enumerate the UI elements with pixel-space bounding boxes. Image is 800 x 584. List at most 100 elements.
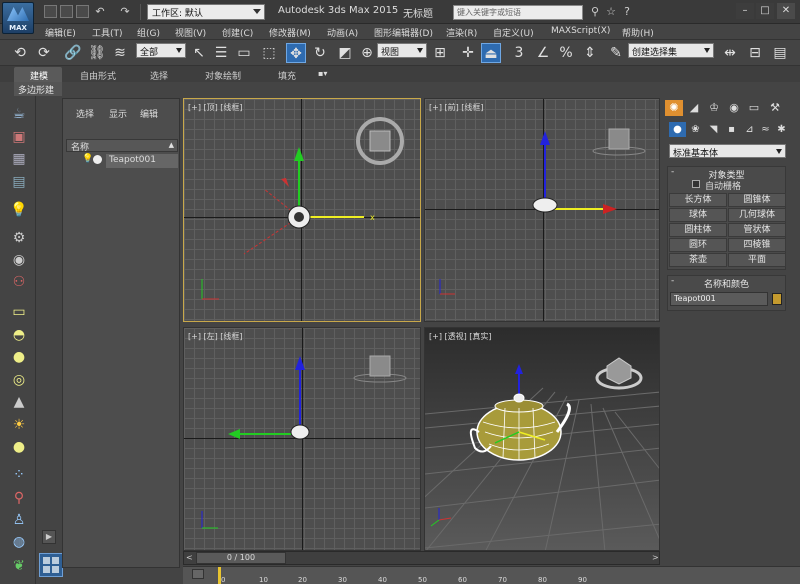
systems-icon[interactable]: ✱ xyxy=(773,122,790,137)
viewport-top[interactable]: [+] [顶] [线框] x xyxy=(183,98,421,322)
teapot-button[interactable]: 茶壶 xyxy=(669,253,727,267)
utilities-tab-icon[interactable]: ⚒ xyxy=(766,100,784,116)
undo-icon[interactable]: ⟲ xyxy=(10,43,30,63)
globe-icon[interactable]: ◍ xyxy=(9,532,29,552)
cameras-icon[interactable]: ▪ xyxy=(723,122,740,137)
undo-icon[interactable]: ↶ xyxy=(93,5,107,19)
menu-group[interactable]: 组(G) xyxy=(137,26,160,39)
bone-icon[interactable]: ⚲ xyxy=(9,488,29,508)
workspace-dropdown[interactable]: 工作区: 默认 xyxy=(147,4,265,20)
tab-populate[interactable]: 填充 xyxy=(278,69,296,82)
transform-gizmo[interactable] xyxy=(184,328,421,551)
explorer-menu-edit[interactable]: 编辑 xyxy=(140,107,158,120)
time-prev-icon[interactable]: < xyxy=(186,553,193,562)
explorer-menu-select[interactable]: 选择 xyxy=(76,107,94,120)
time-slider[interactable]: 0 / 100 xyxy=(196,552,286,564)
teapot-icon[interactable]: ☕ xyxy=(9,104,29,124)
torus-icon[interactable]: ◎ xyxy=(9,370,29,390)
column-header-name[interactable]: 名称 ▲ xyxy=(66,139,178,153)
autogrid-checkbox[interactable] xyxy=(692,180,700,188)
menu-create[interactable]: 创建(C) xyxy=(222,26,253,39)
display-tab-icon[interactable]: ▭ xyxy=(745,100,763,116)
window-crossing-icon[interactable]: ⬚ xyxy=(259,43,279,63)
particle-icon[interactable]: ⁘ xyxy=(9,465,29,485)
time-next-icon[interactable]: > xyxy=(652,553,659,562)
material-editor-icon[interactable]: ▦ xyxy=(9,149,29,169)
sphere-button[interactable]: 球体 xyxy=(669,208,727,222)
named-selection-set-dropdown[interactable]: 创建选择集 xyxy=(628,43,714,58)
selection-filter-dropdown[interactable]: 全部 xyxy=(136,43,186,58)
grass-icon[interactable]: ❦ xyxy=(9,556,29,576)
object-name-field[interactable]: Teapot001 xyxy=(670,292,768,306)
bind-spacewarp-icon[interactable]: ≋ xyxy=(110,43,130,63)
sphere-icon[interactable]: ● xyxy=(9,347,29,367)
menu-help[interactable]: 帮助(H) xyxy=(622,26,654,39)
helper-icon[interactable]: ⚙ xyxy=(9,228,29,248)
teapot-object[interactable] xyxy=(425,328,660,551)
help-icon[interactable]: ? xyxy=(620,5,634,19)
reactor-icon[interactable]: ⚇ xyxy=(9,272,29,292)
shapes-icon[interactable]: ❀ xyxy=(687,122,704,137)
align-icon[interactable]: ⊟ xyxy=(745,43,765,63)
menu-rendering[interactable]: 渲染(R) xyxy=(446,26,477,39)
cylinder-button[interactable]: 圆柱体 xyxy=(669,223,727,237)
sun-icon[interactable]: ☀ xyxy=(9,415,29,435)
menu-maxscript[interactable]: MAXScript(X) xyxy=(551,26,610,36)
modify-tab-icon[interactable]: ◢ xyxy=(685,100,703,116)
space-warps-icon[interactable]: ≈ xyxy=(757,122,774,137)
select-and-move-icon[interactable]: ✥ xyxy=(286,43,306,63)
scene-explorer-icon[interactable]: ▤ xyxy=(9,172,29,192)
ribbon-toggle-icon[interactable]: ▪▾ xyxy=(318,69,336,79)
menu-edit[interactable]: 编辑(E) xyxy=(45,26,76,39)
object-color-swatch[interactable] xyxy=(772,293,782,305)
helpers-icon[interactable]: ⊿ xyxy=(741,122,758,137)
pivot-center-icon[interactable]: ⊞ xyxy=(430,43,450,63)
edit-named-selection-icon[interactable]: ✎ xyxy=(606,43,626,63)
torus-button[interactable]: 圆环 xyxy=(669,238,727,252)
tab-modeling[interactable]: 建模 xyxy=(30,69,48,82)
tab-object-paint[interactable]: 对象绘制 xyxy=(205,69,241,82)
redo-icon[interactable]: ↷ xyxy=(118,5,132,19)
plane-button[interactable]: 平面 xyxy=(728,253,786,267)
cone-button[interactable]: 圆锥体 xyxy=(728,193,786,207)
place-icon[interactable]: ⊕ xyxy=(357,43,377,63)
save-file-icon[interactable] xyxy=(76,5,89,18)
explorer-menu-display[interactable]: 显示 xyxy=(109,107,127,120)
binoculars-icon[interactable]: ⚲ xyxy=(588,5,602,19)
menu-views[interactable]: 视图(V) xyxy=(175,26,206,39)
expand-arrow-icon[interactable]: ▶ xyxy=(42,530,56,544)
biped-icon[interactable]: ♙ xyxy=(9,510,29,530)
box-button[interactable]: 长方体 xyxy=(669,193,727,207)
new-file-icon[interactable] xyxy=(44,5,57,18)
close-button[interactable]: ✕ xyxy=(777,3,795,19)
light-bulb-icon[interactable]: 💡 xyxy=(82,154,93,164)
viewport-left[interactable]: [+] [左] [线框] xyxy=(183,327,421,551)
minimize-button[interactable]: – xyxy=(736,3,754,19)
maximize-button[interactable]: □ xyxy=(756,3,774,19)
viewport-layout-button[interactable] xyxy=(39,553,63,577)
light-icon[interactable]: 💡 xyxy=(9,200,29,220)
create-tab-icon[interactable]: ✺ xyxy=(665,100,683,116)
application-button[interactable]: MAX xyxy=(2,2,34,34)
viewport-front[interactable]: [+] [前] [线框] xyxy=(424,98,660,322)
list-item[interactable]: 💡 Teapot001 xyxy=(66,154,178,168)
hierarchy-tab-icon[interactable]: ♔ xyxy=(705,100,723,116)
pyramid-button[interactable]: 四棱锥 xyxy=(728,238,786,252)
object-category-dropdown[interactable]: 标准基本体 xyxy=(669,144,786,159)
current-frame-marker[interactable] xyxy=(218,567,221,584)
spinner-snap-icon[interactable]: ⇕ xyxy=(580,43,600,63)
select-manipulate-icon[interactable]: ✛ xyxy=(458,43,478,63)
menu-customize[interactable]: 自定义(U) xyxy=(493,26,534,39)
redo-icon[interactable]: ⟳ xyxy=(34,43,54,63)
percent-snap-icon[interactable]: % xyxy=(556,43,576,63)
object-name-label[interactable]: Teapot001 xyxy=(106,154,178,168)
mirror-icon[interactable]: ⇹ xyxy=(720,43,740,63)
reference-coordinate-dropdown[interactable]: 视图 xyxy=(377,43,427,58)
menu-graph-editors[interactable]: 图形编辑器(D) xyxy=(374,26,433,39)
geosphere-button[interactable]: 几何球体 xyxy=(728,208,786,222)
select-and-scale-icon[interactable]: ◩ xyxy=(335,43,355,63)
select-object-icon[interactable]: ↖ xyxy=(189,43,209,63)
viewport-perspective[interactable]: [+] [透视] [真实] xyxy=(424,327,660,551)
hemisphere-icon[interactable]: ◓ xyxy=(9,325,29,345)
box-primitive-icon[interactable]: ▭ xyxy=(9,302,29,322)
